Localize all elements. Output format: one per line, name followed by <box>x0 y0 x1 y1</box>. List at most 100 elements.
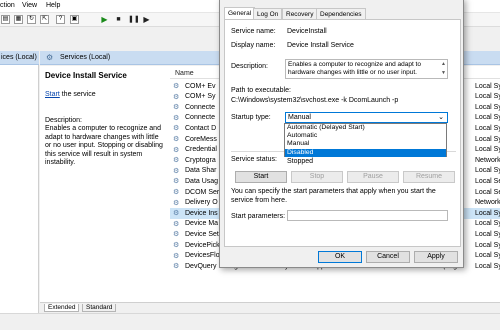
content-header-title: Services (Local) <box>60 54 111 61</box>
start-service-link[interactable]: Start <box>45 91 60 98</box>
startup-type-select[interactable]: Manual ⌄ <box>285 112 448 123</box>
resume-button[interactable]: Resume <box>403 171 455 183</box>
stop-button[interactable]: Stop <box>291 171 343 183</box>
service-row-name: Connecte <box>185 103 215 111</box>
service-row-log-on-as: Local Sy <box>475 230 500 238</box>
display-name-label: Display name: <box>231 42 276 49</box>
service-row-name: Device Ins <box>185 209 218 217</box>
startup-type-value: Manual <box>288 114 311 121</box>
export-list-icon[interactable]: ⇱ <box>40 15 49 24</box>
service-gear-icon: ⚙ <box>173 146 180 154</box>
service-gear-icon: ⚙ <box>173 93 180 101</box>
help-icon[interactable]: ? <box>56 15 65 24</box>
menu-action[interactable]: ction <box>0 2 15 9</box>
service-row-name: Connecte <box>185 114 215 122</box>
startup-option[interactable]: Manual <box>285 140 446 148</box>
service-gear-icon: ⚙ <box>173 210 180 218</box>
menu-view[interactable]: View <box>22 2 37 9</box>
cancel-button[interactable]: Cancel <box>366 251 410 263</box>
status-bar <box>0 313 500 330</box>
scroll-arrows-icon[interactable]: ▲ ▼ <box>441 60 446 78</box>
start-service-suffix: the service <box>59 91 96 98</box>
service-row-log-on-as: Local Sy <box>475 241 500 249</box>
restart-service-icon[interactable]: ▶ <box>142 15 151 24</box>
service-row-log-on-as: Local Sy <box>475 124 500 132</box>
service-properties-dialog: General Log On Recovery Dependencies Ser… <box>219 0 464 268</box>
service-row-log-on-as: Local Sy <box>475 146 500 154</box>
start-button[interactable]: Start <box>235 171 287 183</box>
service-row-name: COM+ Ev <box>185 82 216 90</box>
service-gear-icon: ⚙ <box>173 167 180 175</box>
pause-button[interactable]: Pause <box>347 171 399 183</box>
apply-button[interactable]: Apply <box>414 251 458 263</box>
service-row-log-on-as: Network <box>475 156 500 164</box>
stop-service-icon[interactable]: ■ <box>114 15 123 24</box>
service-description: Enables a computer to recognize and adap… <box>45 125 163 167</box>
start-service-icon[interactable]: ▶ <box>100 15 109 24</box>
service-row-log-on-as: Local Sy <box>475 262 500 270</box>
tab-standard[interactable]: Standard <box>82 304 117 312</box>
startup-type-dropdown: Automatic (Delayed Start) Automatic Manual… <box>284 123 447 157</box>
start-service-line: Start the service <box>45 91 96 98</box>
gear-icon: ⚙ <box>46 53 54 62</box>
service-gear-icon: ⚙ <box>173 157 180 165</box>
service-row-name: Device Set <box>185 230 219 238</box>
service-row-log-on-as: Local Sy <box>475 103 500 111</box>
description-label: Description: <box>45 117 82 124</box>
show-hide-tree-icon[interactable]: ▤ <box>1 15 10 24</box>
tab-dependencies[interactable]: Dependencies <box>316 8 366 19</box>
start-parameters-label: Start parameters: <box>231 213 286 220</box>
tab-extended[interactable]: Extended <box>44 304 80 312</box>
service-gear-icon: ⚙ <box>173 104 180 112</box>
service-name-value: DeviceInstall <box>287 28 327 35</box>
startup-option[interactable]: Disabled <box>285 148 446 157</box>
tab-log-on[interactable]: Log On <box>253 8 283 19</box>
service-gear-icon: ⚙ <box>173 199 180 207</box>
service-row-log-on-as: Local Sy <box>475 209 500 217</box>
tab-recovery[interactable]: Recovery <box>282 8 318 19</box>
ok-button[interactable]: OK <box>318 251 362 263</box>
description-text: Enables a computer to recognize and adap… <box>288 61 421 76</box>
service-gear-icon: ⚙ <box>173 125 180 133</box>
description-box[interactable]: Enables a computer to recognize and adap… <box>285 59 448 79</box>
service-row-name: Device Ma <box>185 220 219 228</box>
service-status-value: Stopped <box>287 158 314 165</box>
service-gear-icon: ⚙ <box>173 136 180 143</box>
tree-item-services-local[interactable]: ices (Local) <box>0 51 39 65</box>
service-gear-icon: ⚙ <box>173 189 180 196</box>
startup-option[interactable]: Automatic <box>285 132 446 140</box>
service-gear-icon: ⚙ <box>173 242 180 249</box>
service-gear-icon: ⚙ <box>173 83 180 90</box>
extended-detail-pane: Device Install Service Start the service… <box>40 66 170 312</box>
service-gear-icon: ⚙ <box>173 263 180 271</box>
service-row-log-on-as: Local Sy <box>475 93 500 101</box>
start-parameters-info: You can specify the start parameters tha… <box>231 188 436 204</box>
pause-service-icon[interactable]: ❚❚ <box>128 15 140 24</box>
service-gear-icon: ⚙ <box>173 252 180 260</box>
startup-type-label: Startup type: <box>231 114 271 121</box>
startup-option[interactable]: Automatic (Delayed Start) <box>285 124 446 132</box>
service-row-log-on-as: Local Sy <box>475 167 500 175</box>
service-gear-icon: ⚙ <box>173 220 180 228</box>
service-name-label: Service name: <box>231 28 276 35</box>
tree-item-label: ices (Local) <box>1 54 37 61</box>
column-header-name[interactable]: Name <box>175 70 194 77</box>
service-row-log-on-as: Local Se <box>475 188 500 196</box>
start-parameters-input[interactable] <box>287 210 448 221</box>
service-gear-icon: ⚙ <box>173 114 180 122</box>
path-label: Path to executable: <box>231 87 291 94</box>
view-tabs: Extended Standard <box>40 302 500 313</box>
menu-help[interactable]: Help <box>46 2 60 9</box>
service-gear-icon: ⚙ <box>173 178 180 186</box>
service-gear-icon: ⚙ <box>173 231 180 239</box>
service-status-label: Service status: <box>231 156 277 163</box>
properties-icon[interactable]: ▦ <box>14 15 23 24</box>
refresh-icon[interactable]: ↻ <box>27 15 36 24</box>
service-row-name: Contact D <box>185 124 217 132</box>
service-row-name: COM+ Sy <box>185 93 216 101</box>
service-row-log-on-as: Local Se <box>475 177 500 185</box>
service-row-name: Data Usag <box>185 177 219 185</box>
service-row-name: Delivery O <box>185 199 218 207</box>
tab-general[interactable]: General <box>224 7 256 19</box>
action-pane-icon[interactable]: ▣ <box>70 15 79 24</box>
